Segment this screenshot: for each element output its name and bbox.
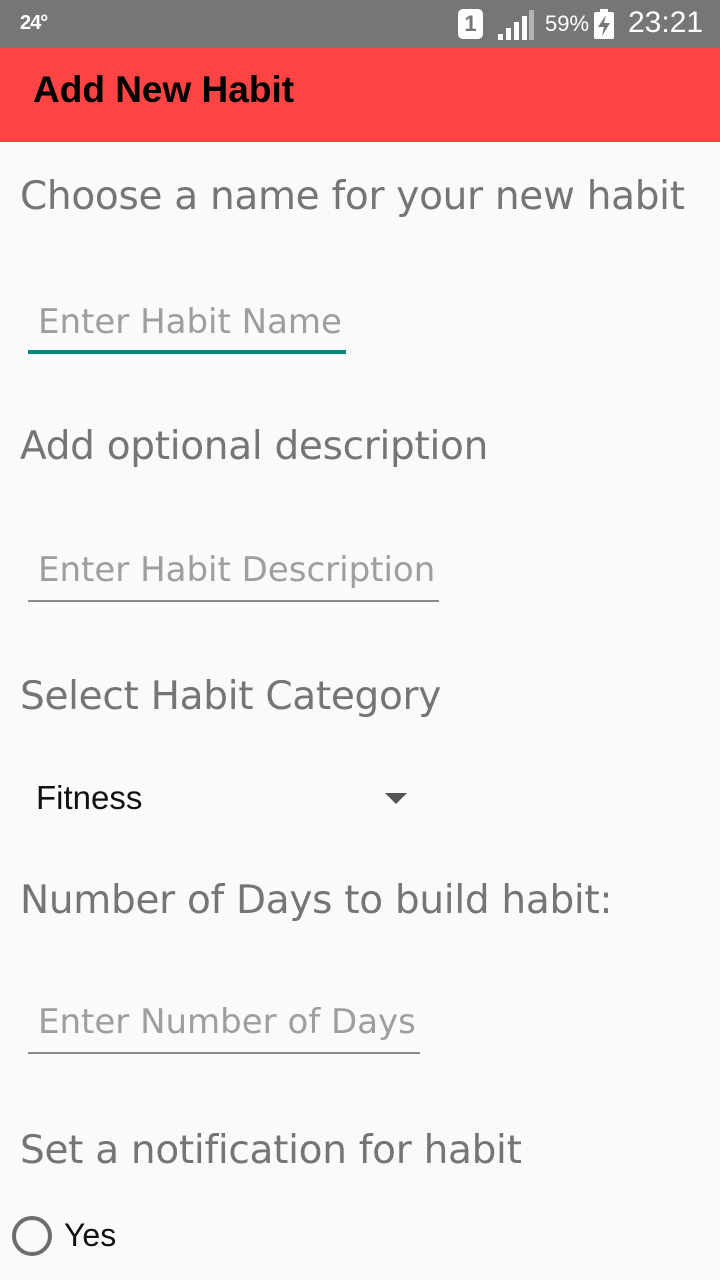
description-field[interactable] xyxy=(28,546,439,602)
habit-name-underline xyxy=(28,350,346,354)
notification-label: Set a notification for habit xyxy=(20,1128,522,1173)
days-label: Number of Days to build habit: xyxy=(20,878,613,923)
habit-name-label: Choose a name for your new habit xyxy=(20,174,685,219)
days-field[interactable] xyxy=(28,998,420,1054)
habit-name-field[interactable] xyxy=(28,298,346,354)
radio-unchecked-icon[interactable] xyxy=(12,1216,52,1256)
days-input[interactable] xyxy=(38,998,420,1046)
description-input[interactable] xyxy=(38,546,439,594)
category-label: Select Habit Category xyxy=(20,674,442,719)
habit-name-input[interactable] xyxy=(38,298,346,346)
battery-percent: 59% xyxy=(545,11,590,36)
clock: 23:21 xyxy=(628,6,704,39)
description-underline xyxy=(28,600,439,602)
sim-1-icon: 1 xyxy=(458,9,483,39)
notification-yes-label: Yes xyxy=(64,1217,117,1253)
page-title: Add New Habit xyxy=(33,69,295,110)
app-bar: Add New Habit xyxy=(0,48,720,142)
description-label: Add optional description xyxy=(20,424,488,469)
category-dropdown[interactable]: Fitness xyxy=(28,770,418,828)
dropdown-arrow-icon xyxy=(385,793,407,804)
days-underline xyxy=(28,1052,420,1054)
weather-temperature: 24° xyxy=(20,12,48,34)
signal-icon xyxy=(498,10,534,40)
battery-charging-icon xyxy=(594,9,614,39)
category-selected-value: Fitness xyxy=(36,779,143,816)
status-bar: 24° 1 59% 23:21 xyxy=(0,0,720,48)
